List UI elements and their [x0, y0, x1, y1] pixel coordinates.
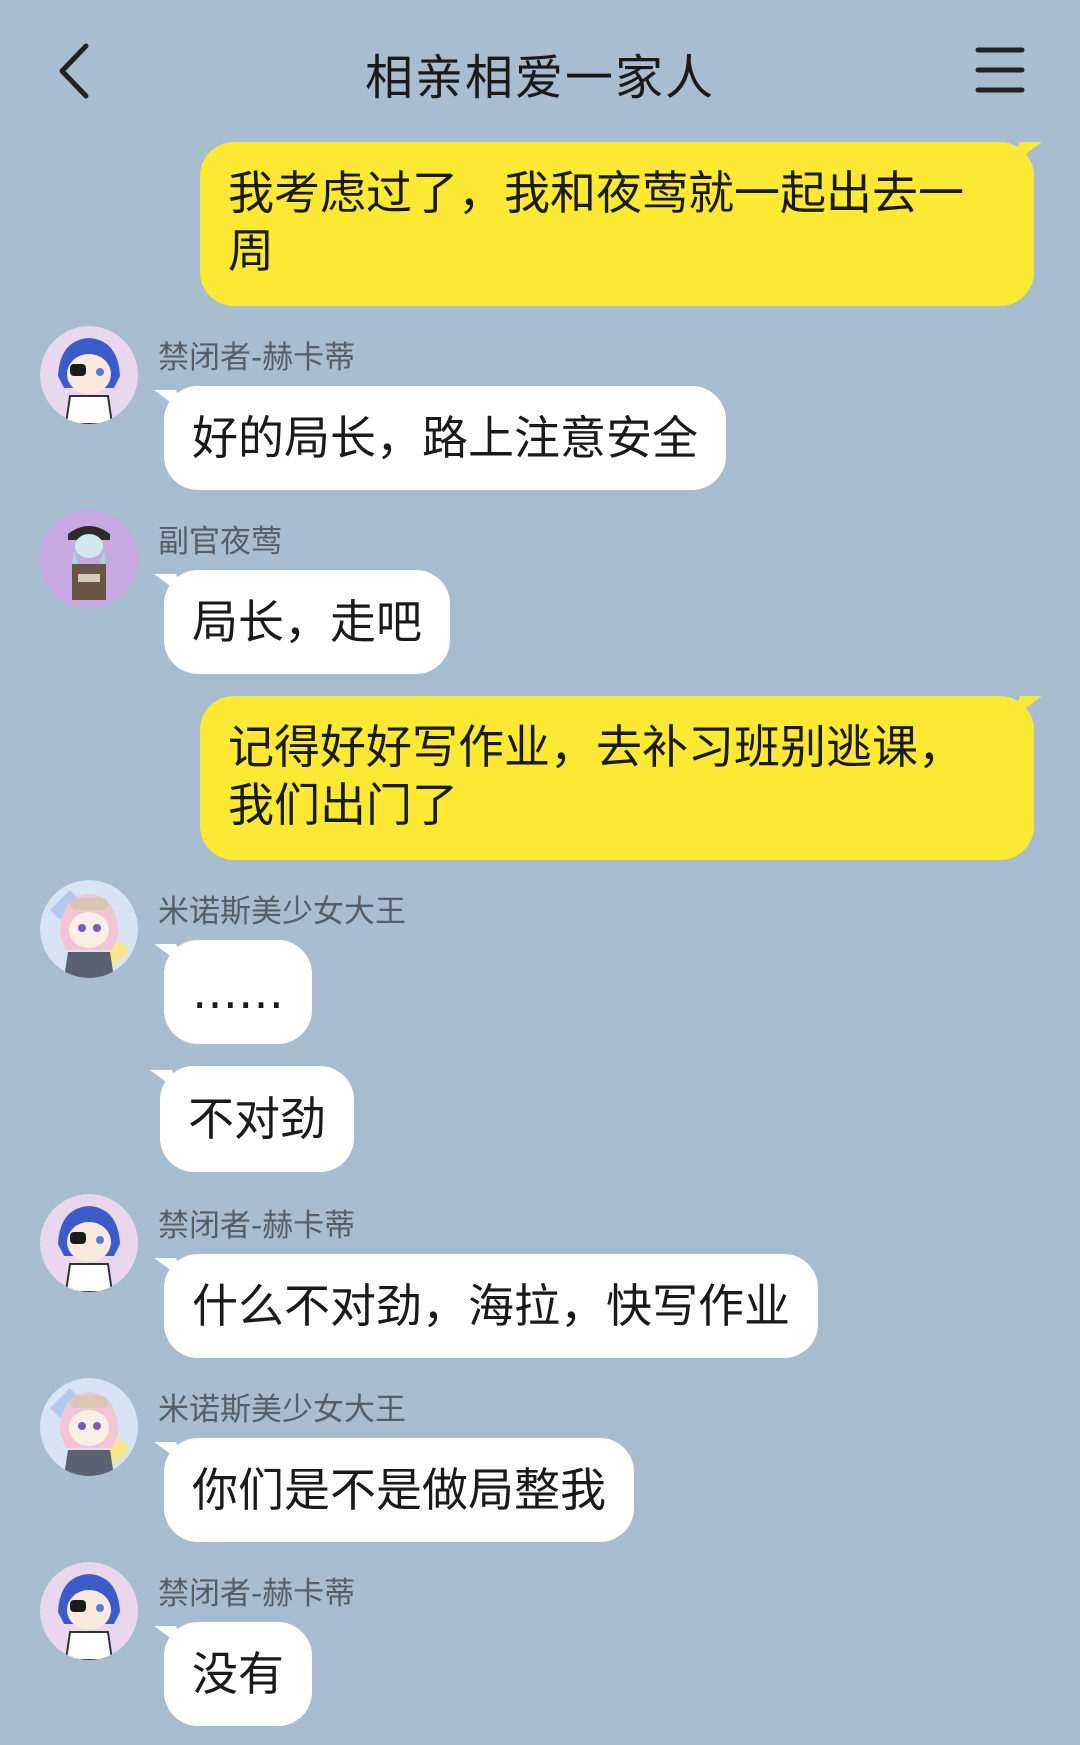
- sender-name: 禁闭者-赫卡蒂: [158, 340, 356, 376]
- incoming-message-bubble[interactable]: 好的局长，路上注意安全: [164, 386, 726, 490]
- avatar-minos[interactable]: [40, 1378, 138, 1476]
- message-text: 记得好好写作业，去补习班别逃课，我们出门了: [228, 720, 964, 832]
- incoming-message-bubble[interactable]: ……: [164, 940, 312, 1044]
- sender-name: 禁闭者-赫卡蒂: [158, 1576, 356, 1612]
- sender-name: 米诺斯美少女大王: [158, 894, 406, 930]
- message-text: 你们是不是做局整我: [192, 1463, 606, 1517]
- incoming-message-bubble[interactable]: 没有: [164, 1622, 312, 1726]
- message-text: 什么不对劲，海拉，快写作业: [192, 1279, 790, 1333]
- incoming-message-bubble[interactable]: 不对劲: [160, 1066, 354, 1172]
- message-text: 不对劲: [188, 1092, 326, 1146]
- outgoing-message-bubble[interactable]: 我考虑过了，我和夜莺就一起出去一周: [200, 142, 1034, 306]
- message-text: 我考虑过了，我和夜莺就一起出去一周: [228, 166, 964, 278]
- message-text: 没有: [192, 1647, 284, 1701]
- outgoing-message-bubble[interactable]: 记得好好写作业，去补习班别逃课，我们出门了: [200, 696, 1034, 860]
- sender-name: 米诺斯美少女大王: [158, 1392, 406, 1428]
- avatar-hecate[interactable]: [40, 326, 138, 424]
- top-bar: 相亲相爱一家人: [0, 0, 1080, 140]
- incoming-message-bubble[interactable]: 你们是不是做局整我: [164, 1438, 634, 1542]
- avatar-nightingale[interactable]: [40, 510, 138, 608]
- avatar-hecate[interactable]: [40, 1562, 138, 1660]
- message-text: 好的局长，路上注意安全: [192, 411, 698, 465]
- hamburger-menu-icon: [975, 47, 1025, 93]
- avatar-hecate[interactable]: [40, 1194, 138, 1292]
- menu-button[interactable]: [970, 44, 1030, 100]
- incoming-message-bubble[interactable]: 局长，走吧: [164, 570, 450, 674]
- incoming-message-bubble[interactable]: 什么不对劲，海拉，快写作业: [164, 1254, 818, 1358]
- sender-name: 副官夜莺: [158, 524, 282, 560]
- message-text: 局长，走吧: [192, 595, 422, 649]
- chat-title: 相亲相爱一家人: [364, 50, 715, 106]
- avatar-minos[interactable]: [40, 880, 138, 978]
- sender-name: 禁闭者-赫卡蒂: [158, 1208, 356, 1244]
- message-text: ……: [192, 965, 284, 1019]
